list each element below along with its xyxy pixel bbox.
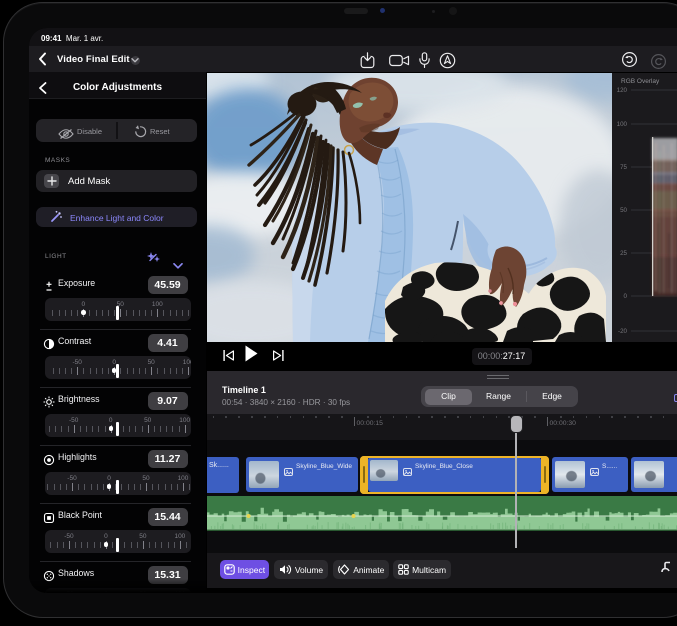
svg-text:120: 120	[617, 87, 628, 94]
svg-text:0: 0	[624, 293, 628, 300]
svg-text:RGB Overlay: RGB Overlay	[621, 78, 660, 85]
svg-text:75: 75	[620, 164, 627, 171]
svg-text:25: 25	[620, 250, 627, 257]
svg-text:100: 100	[617, 121, 628, 128]
svg-text:-20: -20	[618, 328, 628, 335]
svg-text:50: 50	[620, 207, 627, 214]
